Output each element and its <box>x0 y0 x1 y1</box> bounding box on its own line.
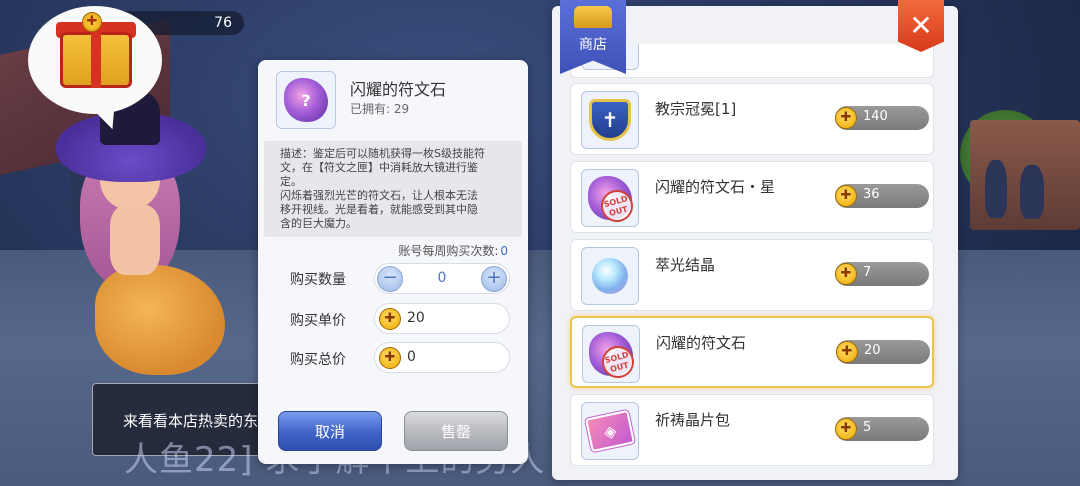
item-name: 闪耀的符文石 <box>656 334 747 352</box>
item-price: ✚ 5 <box>835 417 929 441</box>
shop-item-rune-stone[interactable]: ? SOLD OUT 闪耀的符文石 ✚ 20 <box>570 316 934 388</box>
coin-icon: ✚ <box>835 107 857 129</box>
shop-item-papal-crown[interactable]: ✝ 教宗冠冕[1] ✚ 140 <box>570 83 934 155</box>
quantity-stepper: − 0 + <box>374 263 510 294</box>
item-detail-icon: ? <box>276 71 336 129</box>
total-price-value: 0 <box>407 349 416 365</box>
close-button[interactable]: ✕ <box>898 0 944 52</box>
weekly-purchase-value: 0 <box>500 244 508 258</box>
quantity-label: 购买数量 <box>290 272 346 288</box>
description-line: 移开视线。光是看着，就能感受到其中隐 <box>280 203 478 216</box>
item-price-value: 36 <box>863 187 880 202</box>
total-price-field: ✚ 0 <box>374 342 510 373</box>
gift-coin-icon: ✚ <box>82 12 102 32</box>
item-name: 萃光结晶 <box>655 256 716 274</box>
item-price: ✚ 7 <box>835 262 929 286</box>
item-description: 描述：鉴定后可以随机获得一枚S级技能符 文，在【符文之匣】中消耗放大镜进行鉴 定… <box>264 141 522 237</box>
total-price-label: 购买总价 <box>290 352 346 368</box>
coin-icon: ✚ <box>379 308 401 330</box>
item-detail-popup: ? 闪耀的符文石 已拥有: 29 描述：鉴定后可以随机获得一枚S级技能符 文，在… <box>258 60 528 464</box>
crystal-icon <box>592 258 628 294</box>
item-price-value: 20 <box>864 343 881 358</box>
mermaid-torso <box>110 205 160 275</box>
item-name: 闪耀的符文石・星 <box>655 178 776 196</box>
item-icon <box>581 247 639 305</box>
weekly-purchase-limit: 账号每周购买次数: 0 <box>398 242 508 259</box>
item-price: ✚ 140 <box>835 106 929 130</box>
sold-out-button[interactable]: 售罄 <box>404 411 508 451</box>
description-line: 文，在【符文之匣】中消耗放大镜进行鉴 <box>280 161 478 174</box>
shop-item-prayer-chip-pack[interactable]: ◈ 祈祷晶片包 ✚ 5 <box>570 394 934 466</box>
background-npc[interactable] <box>1020 165 1044 219</box>
item-price-value: 7 <box>863 265 872 280</box>
description-line: 含的巨大魔力。 <box>280 217 357 230</box>
treasure-chest-icon <box>574 6 612 28</box>
weekly-purchase-label: 账号每周购买次数: <box>398 244 499 258</box>
item-price-value: 5 <box>863 420 872 435</box>
coin-icon: ✚ <box>379 347 401 369</box>
quantity-plus-button[interactable]: + <box>481 266 507 292</box>
cancel-button[interactable]: 取消 <box>278 411 382 451</box>
item-price: ✚ 20 <box>836 340 930 364</box>
card-pack-icon: ◈ <box>584 409 636 453</box>
shop-title: 商店 <box>579 37 607 53</box>
shop-item-light-crystal[interactable]: 萃光结晶 ✚ 7 <box>570 239 934 311</box>
shop-item-rune-stone-star[interactable]: ★ SOLD OUT 闪耀的符文石・星 ✚ 36 <box>570 161 934 233</box>
description-line: 描述：鉴定后可以随机获得一枚S级技能符 <box>280 147 485 160</box>
item-name: 祈祷晶片包 <box>655 411 731 429</box>
rune-stone-icon: ? <box>284 78 328 122</box>
coin-icon: ✚ <box>836 341 858 363</box>
counter-value: 76 <box>214 15 232 31</box>
npc-dialog-text: 来看看本店热卖的东西 <box>123 412 272 430</box>
background-npc[interactable] <box>985 160 1007 218</box>
crown-icon: ✝ <box>589 99 631 141</box>
item-icon: ◈ <box>581 402 639 460</box>
item-icon: ✝ <box>581 91 639 149</box>
coin-icon: ✚ <box>835 185 857 207</box>
description-line: 定。 <box>280 175 302 188</box>
description-line: 闪烁着强烈光芒的符文石，让人根本无法 <box>280 189 478 202</box>
item-price: ✚ 36 <box>835 184 929 208</box>
unit-price-field: ✚ 20 <box>374 303 510 334</box>
item-owned-count: 已拥有: 29 <box>350 102 410 116</box>
item-detail-name: 闪耀的符文石 <box>350 80 447 99</box>
coin-icon: ✚ <box>835 263 857 285</box>
coin-icon: ✚ <box>835 418 857 440</box>
unit-price-value: 20 <box>407 310 425 326</box>
item-price-value: 140 <box>863 109 888 124</box>
item-name: 教宗冠冕[1] <box>655 100 737 118</box>
unit-price-label: 购买单价 <box>290 313 346 329</box>
